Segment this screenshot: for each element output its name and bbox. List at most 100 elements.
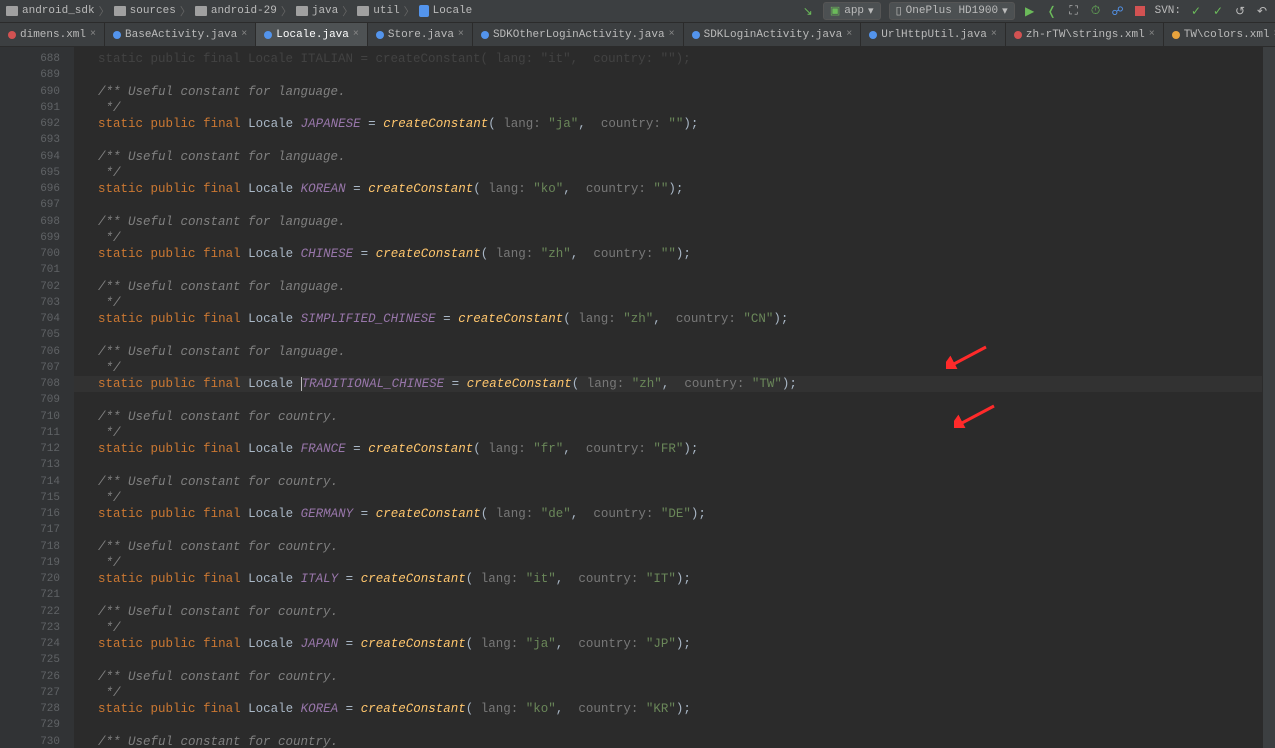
line-number: 688 [0, 51, 60, 67]
editor-tab[interactable]: Store.java× [368, 23, 473, 46]
breadcrumb-item[interactable]: sources [114, 5, 176, 17]
top-toolbar: android_sdk〉sources〉android-29〉java〉util… [0, 0, 1275, 23]
editor-tab[interactable]: UrlHttpUtil.java× [861, 23, 1006, 46]
line-number: 697 [0, 197, 60, 213]
code-line: */ [74, 685, 1262, 701]
code-line: /** Useful constant for country. [74, 409, 1262, 425]
line-number: 692 [0, 116, 60, 132]
stop-icon[interactable] [1133, 4, 1147, 18]
chevron-down-icon: ▾ [868, 4, 874, 18]
close-icon[interactable]: × [1149, 29, 1155, 40]
breadcrumb-item[interactable]: android-29 [195, 5, 277, 17]
coverage-icon[interactable]: ⛶ [1067, 4, 1081, 18]
code-line: static public final Locale TRADITIONAL_C… [74, 376, 1262, 392]
line-number: 730 [0, 734, 60, 748]
code-line: /** Useful constant for country. [74, 669, 1262, 685]
svn-revert-icon[interactable]: ↶ [1255, 4, 1269, 18]
code-line [74, 132, 1262, 148]
device-label: OnePlus HD1900 [906, 5, 998, 17]
chevron-down-icon: ▾ [1002, 4, 1008, 18]
tab-label: SDKLoginActivity.java [704, 29, 843, 41]
file-type-icon [113, 31, 121, 39]
android-icon: ▣ [830, 4, 840, 18]
code-line: static public final Locale GERMANY = cre… [74, 506, 1262, 522]
close-icon[interactable]: × [458, 29, 464, 40]
code-area[interactable]: static public final Locale ITALIAN = cre… [74, 47, 1262, 748]
svn-history-icon[interactable]: ↺ [1233, 4, 1247, 18]
breadcrumb-label: android-29 [211, 5, 277, 17]
editor: 6886896906916926936946956966976986997007… [0, 47, 1275, 748]
run-config-label: app [844, 5, 864, 17]
line-number: 725 [0, 652, 60, 668]
code-line: */ [74, 295, 1262, 311]
tab-label: TW\colors.xml [1184, 29, 1270, 41]
folder-icon [357, 6, 369, 16]
editor-tab[interactable]: Locale.java× [256, 23, 368, 46]
folder-icon [296, 6, 308, 16]
folder-icon [6, 6, 18, 16]
line-number: 696 [0, 181, 60, 197]
code-line [74, 262, 1262, 278]
editor-tab[interactable]: zh-rTW\strings.xml× [1006, 23, 1164, 46]
code-line: */ [74, 360, 1262, 376]
svn-commit-icon[interactable]: ✓ [1211, 4, 1225, 18]
editor-tab[interactable]: SDKLoginActivity.java× [684, 23, 862, 46]
profiler-icon[interactable]: ⏱ [1089, 4, 1103, 18]
line-number: 701 [0, 262, 60, 278]
phone-icon: ▯ [896, 4, 902, 18]
line-number: 729 [0, 717, 60, 733]
code-line: /** Useful constant for language. [74, 279, 1262, 295]
close-icon[interactable]: × [846, 29, 852, 40]
line-number: 703 [0, 295, 60, 311]
close-icon[interactable]: × [353, 29, 359, 40]
build-icon[interactable]: ↘ [801, 4, 815, 18]
run-icon[interactable]: ▶ [1023, 4, 1037, 18]
breadcrumb-item[interactable]: java [296, 5, 338, 17]
file-type-icon [1014, 31, 1022, 39]
editor-tab[interactable]: BaseActivity.java× [105, 23, 256, 46]
code-line: static public final Locale SIMPLIFIED_CH… [74, 311, 1262, 327]
line-number: 726 [0, 669, 60, 685]
annotation-arrow [946, 345, 990, 369]
breadcrumb-item[interactable]: Locale [419, 5, 473, 17]
breadcrumb: android_sdk〉sources〉android-29〉java〉util… [6, 3, 472, 19]
close-icon[interactable]: × [669, 29, 675, 40]
editor-tab[interactable]: dimens.xml× [0, 23, 105, 46]
breadcrumb-item[interactable]: util [357, 5, 399, 17]
code-line: static public final Locale KOREA = creat… [74, 701, 1262, 717]
code-line [74, 67, 1262, 83]
close-icon[interactable]: × [90, 29, 96, 40]
line-number: 704 [0, 311, 60, 327]
line-number: 715 [0, 490, 60, 506]
editor-tab[interactable]: TW\colors.xml× [1164, 23, 1275, 46]
code-line: */ [74, 555, 1262, 571]
device-selector[interactable]: ▯ OnePlus HD1900 ▾ [889, 2, 1015, 20]
run-config-selector[interactable]: ▣ app ▾ [823, 2, 881, 20]
debug-icon[interactable]: ❬ [1045, 4, 1059, 18]
code-line [74, 522, 1262, 538]
line-number: 694 [0, 149, 60, 165]
breadcrumb-item[interactable]: android_sdk [6, 5, 95, 17]
code-line [74, 392, 1262, 408]
scrollbar-vertical[interactable] [1262, 47, 1275, 748]
folder-icon [195, 6, 207, 16]
line-number: 693 [0, 132, 60, 148]
code-line: */ [74, 620, 1262, 636]
svn-update-icon[interactable]: ✓ [1189, 4, 1203, 18]
line-number: 716 [0, 506, 60, 522]
folder-icon [114, 6, 126, 16]
code-line: static public final Locale JAPANESE = cr… [74, 116, 1262, 132]
editor-tab[interactable]: SDKOtherLoginActivity.java× [473, 23, 684, 46]
attach-debugger-icon[interactable]: ☍ [1111, 4, 1125, 18]
line-number: 691 [0, 100, 60, 116]
line-number: 708 [0, 376, 60, 392]
line-number: 727 [0, 685, 60, 701]
line-number: 710 [0, 409, 60, 425]
code-line: /** Useful constant for language. [74, 344, 1262, 360]
line-number: 702 [0, 279, 60, 295]
close-icon[interactable]: × [241, 29, 247, 40]
line-number: 719 [0, 555, 60, 571]
file-type-icon [869, 31, 877, 39]
close-icon[interactable]: × [991, 29, 997, 40]
ide-window: android_sdk〉sources〉android-29〉java〉util… [0, 0, 1275, 748]
